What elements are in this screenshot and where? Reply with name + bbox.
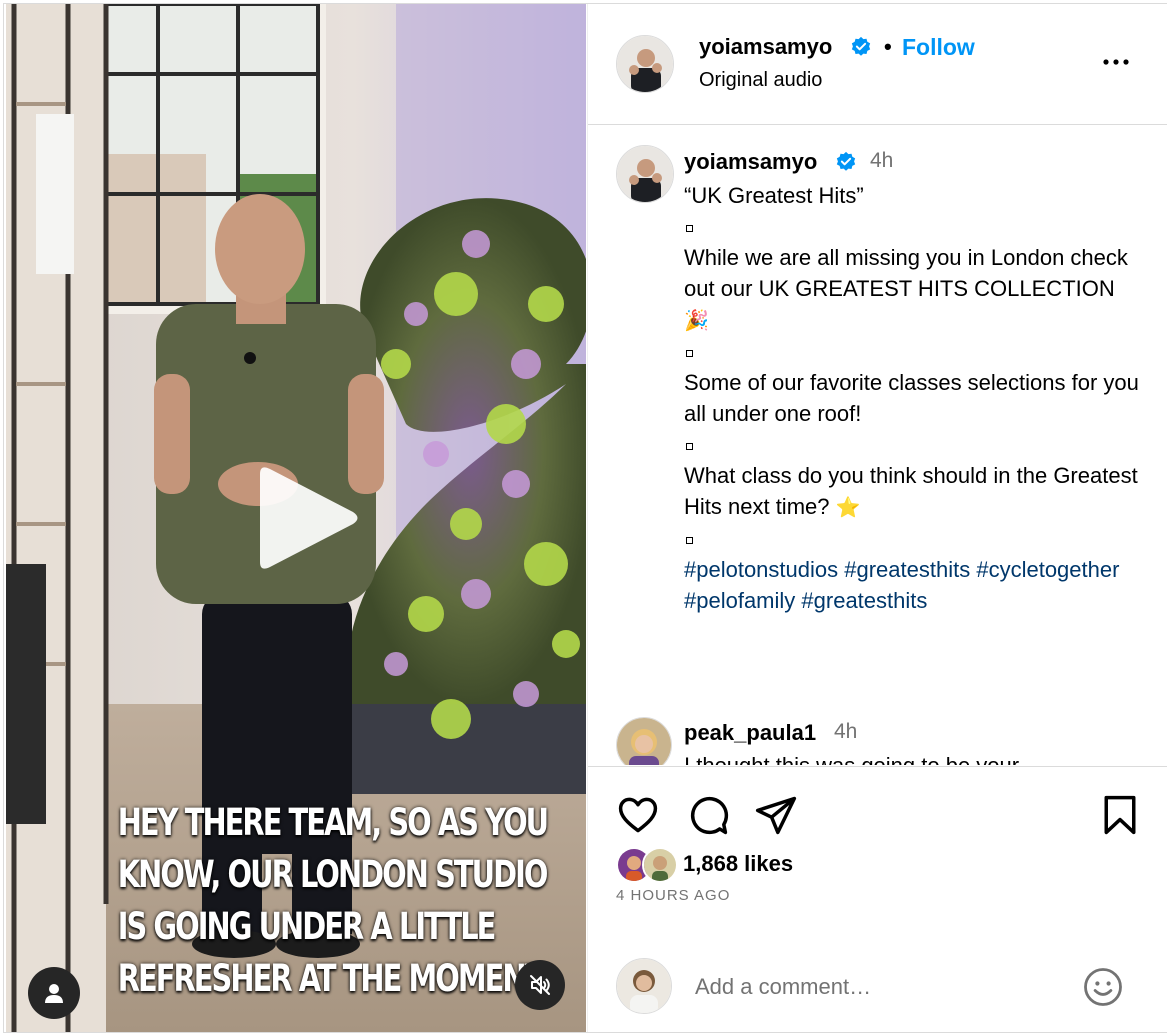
comments-list[interactable]: yoiamsamyo 4h “UK Greatest Hits” While w… [588, 125, 1167, 765]
comment-text: I thought this was going to be your [684, 753, 1019, 765]
video-subtitle: HEY THERE TEAM, SO AS YOU KNOW, OUR LOND… [117, 797, 549, 1005]
caption-hashtags: #pelotonstudios #greatesthits #cycletoge… [684, 554, 1144, 616]
liked-by-avatars[interactable] [616, 847, 680, 883]
bookmark-icon [1104, 795, 1136, 835]
follow-button[interactable]: Follow [902, 34, 975, 61]
hashtag-link[interactable]: #cycletogether [976, 557, 1119, 582]
heart-icon [618, 797, 658, 833]
tagged-users-button[interactable] [28, 967, 80, 1019]
caption-username[interactable]: yoiamsamyo [684, 149, 817, 175]
play-button[interactable] [250, 462, 362, 574]
comment-timestamp[interactable]: 4h [834, 720, 857, 744]
commenter-avatar[interactable] [616, 717, 672, 765]
hashtag-link[interactable]: #greatesthits [844, 557, 970, 582]
avatar-image [617, 36, 673, 92]
subtitle-line: REFRESHER AT THE MOMENT, [117, 957, 549, 1000]
paper-plane-icon [755, 796, 797, 835]
verified-badge [835, 151, 857, 175]
comment-item: peak_paula1 4h I thought this was going … [588, 715, 1167, 765]
smiley-icon [1084, 968, 1122, 1006]
current-user-avatar [616, 958, 672, 1014]
verified-icon [851, 36, 871, 56]
more-options-button[interactable] [1098, 46, 1138, 76]
author-username[interactable]: yoiamsamyo [699, 34, 832, 60]
hashtag-link[interactable]: #greatesthits [801, 588, 927, 613]
party-popper-emoji: 🎉 [684, 308, 709, 332]
original-audio-link[interactable]: Original audio [699, 69, 822, 92]
post-header: yoiamsamyo • Follow Original audio [588, 4, 1167, 125]
comment-button[interactable] [686, 793, 730, 842]
hashtag-link[interactable]: #pelofamily [684, 588, 795, 613]
emoji-picker-button[interactable] [1082, 966, 1124, 1013]
post-actions: 1,868 likes 4 HOURS AGO [588, 766, 1167, 953]
comment-icon [690, 796, 729, 835]
separator-square [684, 336, 1144, 367]
comment-input[interactable] [693, 966, 1057, 1008]
reel-video[interactable]: HEY THERE TEAM, SO AS YOU KNOW, OUR LOND… [6, 4, 586, 1032]
post-sidebar: yoiamsamyo • Follow Original audio yoiam… [587, 4, 1167, 1032]
avatar-image [617, 146, 673, 202]
avatar-image [617, 959, 671, 1013]
caption-paragraph: While we are all missing you in London c… [684, 245, 1128, 332]
caption-paragraph: Some of our favorite classes selections … [684, 370, 1139, 426]
more-icon [1103, 59, 1129, 65]
caption-title: “UK Greatest Hits” [684, 183, 864, 208]
comment-composer [588, 936, 1167, 1032]
author-avatar[interactable] [616, 35, 674, 93]
separator-dot: • [884, 34, 892, 59]
avatar-image [617, 718, 671, 765]
verified-icon [836, 151, 856, 171]
share-button[interactable] [754, 793, 798, 842]
play-icon [260, 467, 358, 569]
like-button[interactable] [616, 793, 660, 842]
subtitle-line: KNOW, OUR LONDON STUDIO [117, 853, 549, 896]
caption-author-avatar[interactable] [616, 145, 674, 203]
post-time-ago[interactable]: 4 HOURS AGO [616, 887, 730, 904]
verified-badge [850, 36, 872, 60]
separator-square [684, 523, 1144, 554]
separator-square [684, 429, 1144, 460]
subtitle-line: HEY THERE TEAM, SO AS YOU [117, 801, 549, 844]
caption-timestamp[interactable]: 4h [870, 149, 893, 173]
speaker-muted-icon [530, 975, 550, 995]
mute-toggle-button[interactable] [515, 960, 565, 1010]
save-button[interactable] [1098, 793, 1142, 842]
user-icon [45, 984, 63, 1003]
caption-paragraph: What class do you think should in the Gr… [684, 463, 1138, 519]
subtitle-line: IS GOING UNDER A LITTLE [117, 905, 497, 948]
liker-avatar [642, 847, 678, 883]
star-emoji: ⭐ [835, 495, 861, 519]
caption-text: “UK Greatest Hits” While we are all miss… [684, 180, 1144, 616]
separator-square [684, 211, 1144, 242]
hashtag-link[interactable]: #pelotonstudios [684, 557, 838, 582]
comment-username[interactable]: peak_paula1 [684, 720, 816, 746]
like-count[interactable]: 1,868 likes [683, 851, 793, 877]
